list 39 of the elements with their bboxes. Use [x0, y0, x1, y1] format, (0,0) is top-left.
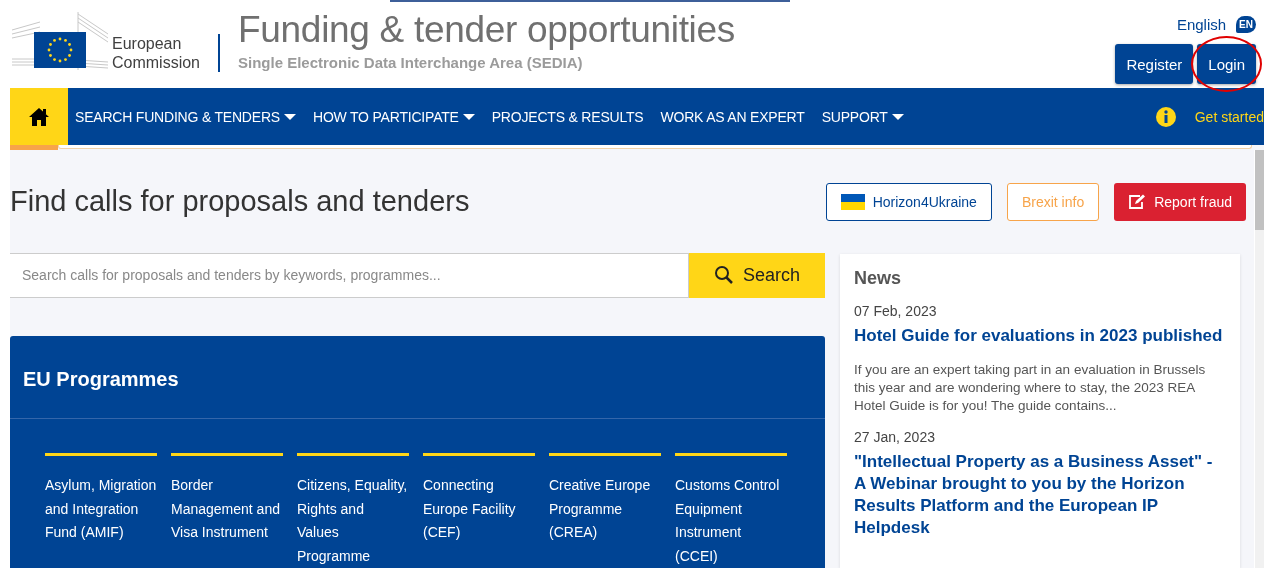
flag-icon [840, 194, 865, 210]
news-summary: If you are an expert taking part in an evaluation in Brussels this year and are wondering where to stay, the 2023 REA Hotel Guide is for you! The guide contains... [854, 361, 1207, 415]
nav-item[interactable]: SEARCH FUNDING & TENDERS [75, 108, 296, 125]
nav-item[interactable]: HOW TO PARTICIPATE [312, 108, 475, 125]
logo-text: European Commission [110, 34, 220, 72]
nav-item[interactable]: PROJECTS & RESULTS [491, 108, 644, 125]
info-icon[interactable] [1154, 105, 1177, 128]
programme-link[interactable]: Customs Control Equipment Instrument (CCEI) [675, 474, 787, 568]
language-link[interactable]: English [1176, 15, 1227, 33]
programme-link[interactable]: Creative Europe Programme (CREA) [549, 474, 661, 545]
auth-button[interactable]: Register [1115, 44, 1194, 84]
programme-link[interactable]: Connecting Europe Facility (CEF) [423, 474, 535, 545]
search-field[interactable]: Search calls for proposals and tenders by keywords, programmes... [10, 252, 689, 298]
programme-link[interactable]: Asylum, Migration and Integration Fund (AMIF) [45, 474, 157, 545]
news-heading: News [854, 268, 903, 289]
search-button[interactable]: Search [689, 252, 825, 298]
language-badge[interactable]: EN [1236, 15, 1256, 33]
edit-icon [1128, 194, 1147, 210]
news-date: 07 Feb, 2023 [854, 303, 938, 319]
home-icon [28, 106, 50, 127]
programme-link[interactable]: Border Management and Visa Instrument [171, 474, 283, 545]
page-heading: Find calls for proposals and tenders [10, 184, 470, 218]
panel-title: EU Programmes [10, 336, 825, 419]
nav-item[interactable]: WORK AS AN EXPERT [660, 108, 805, 125]
site-subtitle: Single Electronic Data Interchange Area (SEDIA) [238, 54, 584, 71]
scrollbar[interactable] [1255, 150, 1264, 568]
home-button[interactable] [10, 88, 68, 145]
get-started-link[interactable]: Get started [1194, 108, 1264, 125]
nav-item[interactable]: SUPPORT [821, 108, 904, 125]
european-commission-logo-icon [10, 10, 110, 72]
news-title-link[interactable]: "Intellectual Property as a Business Asset" - A Webinar brought to you by the Horizon Results Platform and the European IP Helpdesk [854, 451, 1226, 539]
horizon4ukraine-button[interactable]: Horizon4Ukraine [825, 183, 992, 221]
programme-link[interactable]: Citizens, Equality, Rights and Values Programme [297, 474, 409, 568]
news-date: 27 Jan, 2023 [854, 429, 936, 445]
site-title: Funding & tender opportunities [238, 8, 735, 52]
search-icon [713, 265, 734, 286]
news-title-link[interactable]: Hotel Guide for evaluations in 2023 published [854, 325, 1226, 347]
report-fraud-button[interactable]: Report fraud [1114, 183, 1246, 221]
auth-button[interactable]: Login [1197, 44, 1256, 84]
